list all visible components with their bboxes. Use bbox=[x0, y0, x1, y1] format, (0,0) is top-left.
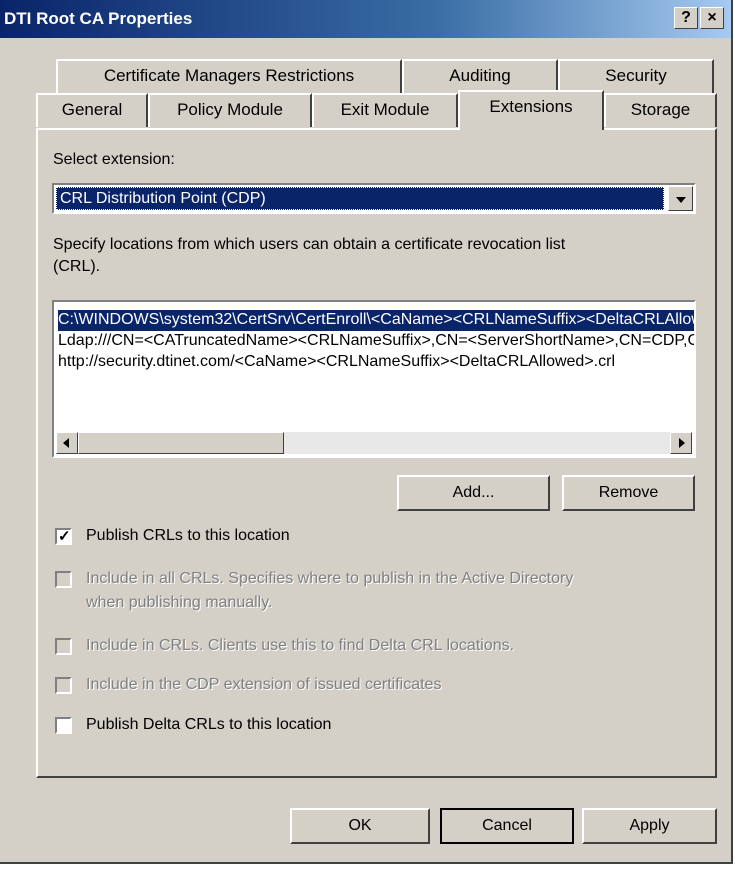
select-extension-label: Select extension: bbox=[53, 151, 175, 168]
include-all-crls-checkbox bbox=[55, 571, 72, 588]
dropdown-arrow-button[interactable] bbox=[668, 186, 693, 211]
ok-button[interactable]: OK bbox=[290, 808, 430, 844]
include-in-crls-checkbox bbox=[55, 638, 72, 655]
properties-dialog: DTI Root CA Properties ? × Certificate M… bbox=[0, 0, 733, 864]
location-item[interactable]: C:\WINDOWS\system32\CertSrv\CertEnroll\<… bbox=[58, 310, 694, 331]
close-icon: × bbox=[707, 9, 717, 26]
help-button[interactable]: ? bbox=[674, 7, 698, 29]
scroll-thumb[interactable] bbox=[78, 432, 284, 454]
include-all-crls-label-cont: when publishing manually. bbox=[86, 594, 273, 611]
description-text: Specify locations from which users can o… bbox=[53, 236, 566, 253]
include-cdp-extension-checkbox bbox=[55, 677, 72, 694]
help-icon: ? bbox=[681, 9, 691, 26]
cancel-button[interactable]: Cancel bbox=[440, 808, 574, 844]
extension-dropdown[interactable]: CRL Distribution Point (CDP) bbox=[52, 183, 696, 214]
publish-crls-label: Publish CRLs to this location bbox=[86, 527, 290, 544]
tab-certificate-managers-restrictions[interactable]: Certificate Managers Restrictions bbox=[56, 59, 402, 93]
description-text-cont: (CRL). bbox=[53, 258, 101, 275]
remove-button[interactable]: Remove bbox=[562, 475, 695, 511]
extension-selected-value: CRL Distribution Point (CDP) bbox=[56, 187, 664, 210]
locations-list[interactable]: C:\WINDOWS\system32\CertSrv\CertEnroll\<… bbox=[52, 300, 696, 458]
tab-security[interactable]: Security bbox=[558, 59, 714, 93]
checkmark-icon: ✓ bbox=[58, 528, 71, 545]
scroll-right-button[interactable] bbox=[670, 432, 692, 454]
tab-general[interactable]: General bbox=[36, 93, 148, 127]
close-button[interactable]: × bbox=[700, 7, 724, 29]
tab-policy-module[interactable]: Policy Module bbox=[148, 93, 312, 127]
include-cdp-extension-label: Include in the CDP extension of issued c… bbox=[86, 676, 442, 693]
scroll-left-button[interactable] bbox=[56, 432, 78, 454]
chevron-down-icon bbox=[676, 197, 686, 203]
tab-exit-module[interactable]: Exit Module bbox=[312, 93, 458, 127]
location-item[interactable]: Ldap:///CN=<CATruncatedName><CRLNameSuff… bbox=[58, 331, 694, 352]
horizontal-scrollbar[interactable] bbox=[56, 432, 692, 454]
title-bar[interactable]: DTI Root CA Properties ? × bbox=[0, 0, 731, 38]
add-button[interactable]: Add... bbox=[397, 475, 550, 511]
tab-extensions[interactable]: Extensions bbox=[458, 90, 604, 130]
arrow-left-icon bbox=[63, 438, 69, 448]
apply-button[interactable]: Apply bbox=[582, 808, 717, 844]
arrow-right-icon bbox=[679, 438, 685, 448]
publish-delta-crls-checkbox[interactable] bbox=[55, 717, 72, 734]
tab-auditing[interactable]: Auditing bbox=[402, 59, 558, 93]
publish-crls-checkbox[interactable]: ✓ bbox=[55, 528, 72, 545]
include-all-crls-label: Include in all CRLs. Specifies where to … bbox=[86, 570, 574, 587]
location-item[interactable]: http://security.dtinet.com/<CaName><CRLN… bbox=[58, 352, 615, 373]
tab-storage[interactable]: Storage bbox=[604, 93, 717, 127]
include-in-crls-label: Include in CRLs. Clients use this to fin… bbox=[86, 637, 515, 654]
publish-delta-crls-label: Publish Delta CRLs to this location bbox=[86, 716, 332, 733]
window-title: DTI Root CA Properties bbox=[4, 9, 193, 28]
